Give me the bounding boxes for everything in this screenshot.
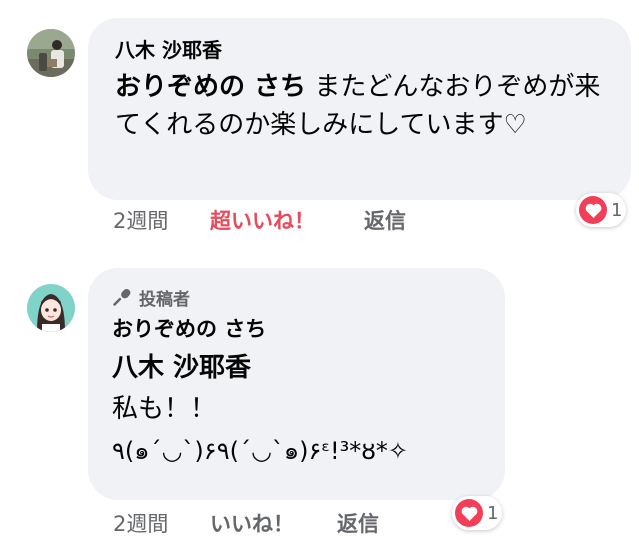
comment-text: おりぞめの さち またどんなおりぞめが来てくれるのか楽しみにしています♡ <box>115 68 605 144</box>
heart-icon <box>579 196 607 224</box>
comment: 八木 沙耶香 おりぞめの さち またどんなおりぞめが来てくれるのか楽しみにしてい… <box>0 0 639 245</box>
mention-link[interactable]: おりぞめの さち <box>115 72 306 102</box>
timestamp[interactable]: 2週間 <box>113 508 210 538</box>
comment-bubble: 投稿者 おりぞめの さち 八木 沙耶香 私も！！ ٩(๑´◡`)۶٩(´◡`๑)… <box>88 268 505 500</box>
comment-actions: 2週間 超いいね！ 返信 <box>113 205 406 235</box>
reaction-badge[interactable]: 1 <box>452 496 503 530</box>
heart-icon <box>455 499 483 527</box>
comments-thread: 八木 沙耶香 おりぞめの さち またどんなおりぞめが来てくれるのか楽しみにしてい… <box>0 0 639 546</box>
comment-reply: 投稿者 おりぞめの さち 八木 沙耶香 私も！！ ٩(๑´◡`)۶٩(´◡`๑)… <box>0 262 639 546</box>
timestamp[interactable]: 2週間 <box>113 205 210 235</box>
super-like-button[interactable]: 超いいね！ <box>210 205 364 235</box>
author-badge: 投稿者 <box>112 285 479 310</box>
comment-author[interactable]: おりぞめの さち <box>112 315 479 343</box>
reaction-count: 1 <box>611 199 623 221</box>
reply-button[interactable]: 返信 <box>337 508 379 538</box>
mention-link[interactable]: 八木 沙耶香 <box>112 349 479 387</box>
avatar[interactable] <box>27 29 75 77</box>
comment-author[interactable]: 八木 沙耶香 <box>115 36 605 64</box>
microphone-icon <box>113 289 131 306</box>
like-button[interactable]: いいね！ <box>210 508 337 538</box>
reply-button[interactable]: 返信 <box>364 205 406 235</box>
comment-body-line: 私も！！ <box>112 394 217 424</box>
comment-body-line: ٩(๑´◡`)۶٩(´◡`๑)۶ᵋ!³*ȣ*✧ <box>112 437 409 465</box>
reaction-count: 1 <box>487 502 499 524</box>
avatar[interactable] <box>27 284 75 332</box>
comment-actions: 2週間 いいね！ 返信 <box>113 508 379 538</box>
author-badge-label: 投稿者 <box>139 289 190 310</box>
reaction-badge[interactable]: 1 <box>576 193 627 227</box>
comment-bubble: 八木 沙耶香 おりぞめの さち またどんなおりぞめが来てくれるのか楽しみにしてい… <box>88 18 631 200</box>
